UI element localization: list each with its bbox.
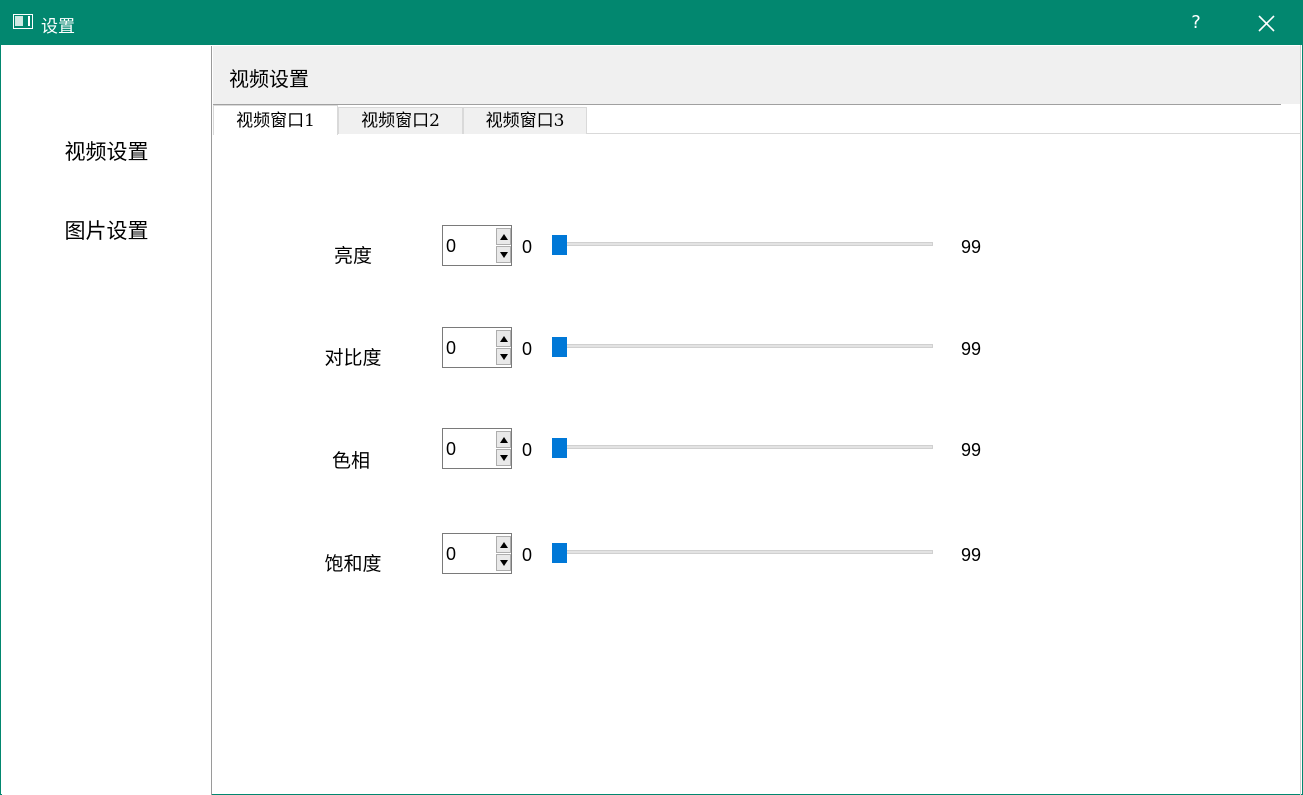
close-icon xyxy=(1258,15,1275,32)
saturation-max-value: 99 xyxy=(961,545,982,565)
hue-max-value: 99 xyxy=(961,440,982,460)
hue-spin-up-button[interactable] xyxy=(496,431,511,448)
close-button[interactable] xyxy=(1241,7,1291,39)
contrast-label: 对比度 xyxy=(324,347,382,369)
tab-video-window-3[interactable]: 视频窗口3 xyxy=(463,107,587,134)
saturation-spin-value[interactable]: 0 xyxy=(446,544,456,565)
brightness-spinbox[interactable]: 0 xyxy=(442,225,512,266)
sidebar-item-video-settings[interactable]: 视频设置 xyxy=(2,135,211,169)
hue-label: 色相 xyxy=(331,450,370,472)
header-divider xyxy=(213,104,1281,105)
contrast-max-value: 99 xyxy=(961,339,982,359)
help-button[interactable]: ? xyxy=(1171,7,1221,39)
hue-slider-track[interactable] xyxy=(552,445,933,449)
brightness-max-value: 99 xyxy=(961,237,982,257)
contrast-spinbox[interactable]: 0 xyxy=(442,327,512,368)
hue-spin-down-button[interactable] xyxy=(496,449,511,466)
contrast-slider-handle[interactable] xyxy=(552,337,567,357)
saturation-slider-track[interactable] xyxy=(552,550,933,554)
settings-window: 设置 ? 视频设置 图片设置 视频设置 视频窗口1 视频窗口2 视频窗口3 亮度… xyxy=(0,0,1303,795)
sidebar-item-image-settings[interactable]: 图片设置 xyxy=(2,214,211,248)
window-title: 设置 xyxy=(41,17,75,37)
contrast-spin-down-button[interactable] xyxy=(496,348,511,365)
saturation-spin-up-button[interactable] xyxy=(496,536,511,553)
section-header: 视频设置 xyxy=(213,46,1301,104)
app-window-icon xyxy=(13,14,33,29)
brightness-slider-handle[interactable] xyxy=(552,235,567,255)
brightness-spin-up-button[interactable] xyxy=(496,228,511,245)
hue-spin-value[interactable]: 0 xyxy=(446,439,456,460)
saturation-slider-handle[interactable] xyxy=(552,543,567,563)
contrast-current-value: 0 xyxy=(522,339,533,359)
tab-video-window-2[interactable]: 视频窗口2 xyxy=(338,107,463,134)
sidebar: 视频设置 图片设置 xyxy=(2,46,212,795)
saturation-spinbox[interactable]: 0 xyxy=(442,533,512,574)
hue-spinbox[interactable]: 0 xyxy=(442,428,512,469)
saturation-current-value: 0 xyxy=(522,545,533,565)
contrast-spin-up-button[interactable] xyxy=(496,330,511,347)
saturation-spin-down-button[interactable] xyxy=(496,554,511,571)
brightness-label: 亮度 xyxy=(333,245,372,267)
window-edge xyxy=(1300,45,1301,795)
saturation-label: 饱和度 xyxy=(324,553,382,575)
title-bar[interactable]: 设置 ? xyxy=(1,1,1303,45)
section-title: 视频设置 xyxy=(229,67,309,91)
brightness-spin-value[interactable]: 0 xyxy=(446,236,456,257)
brightness-current-value: 0 xyxy=(522,237,533,257)
brightness-spin-down-button[interactable] xyxy=(496,246,511,263)
brightness-slider-track[interactable] xyxy=(552,242,933,246)
hue-slider-handle[interactable] xyxy=(552,438,567,458)
tab-video-window-1[interactable]: 视频窗口1 xyxy=(213,105,338,135)
contrast-slider-track[interactable] xyxy=(552,344,933,348)
contrast-spin-value[interactable]: 0 xyxy=(446,338,456,359)
hue-current-value: 0 xyxy=(522,440,533,460)
